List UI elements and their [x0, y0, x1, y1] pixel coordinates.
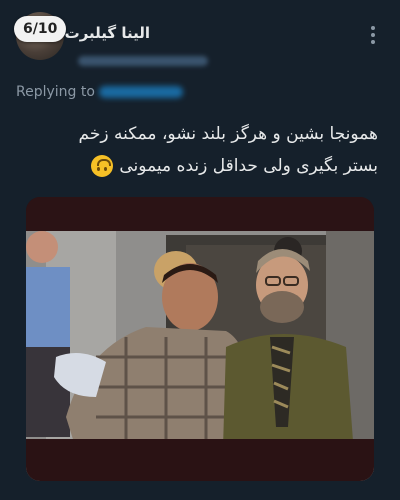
more-options-icon[interactable] — [366, 26, 380, 46]
photo-illustration — [26, 197, 374, 481]
thread-counter-badge: 6/10 — [14, 16, 67, 42]
upside-down-face-icon — [91, 155, 114, 177]
blurred-handle[interactable] — [78, 56, 208, 66]
replying-to-line: Replying to — [16, 84, 183, 100]
blurred-mention-link[interactable] — [98, 86, 183, 98]
display-name[interactable]: الینا گیلبرت — [65, 24, 150, 42]
tweet-text: همونجا بشین و هرگز بلند نشو، ممکنه زخم ب… — [18, 118, 378, 182]
tweet-media-photo[interactable] — [26, 197, 374, 481]
replying-to-label: Replying to — [16, 84, 95, 100]
tweet-header: 6/10 الینا گیلبرت — [0, 0, 400, 80]
tweet-text-line-2: بستر بگیری ولی حداقل زنده میمونی — [119, 156, 378, 176]
tweet-text-line-1: همونجا بشین و هرگز بلند نشو، ممکنه زخم — [78, 124, 378, 144]
